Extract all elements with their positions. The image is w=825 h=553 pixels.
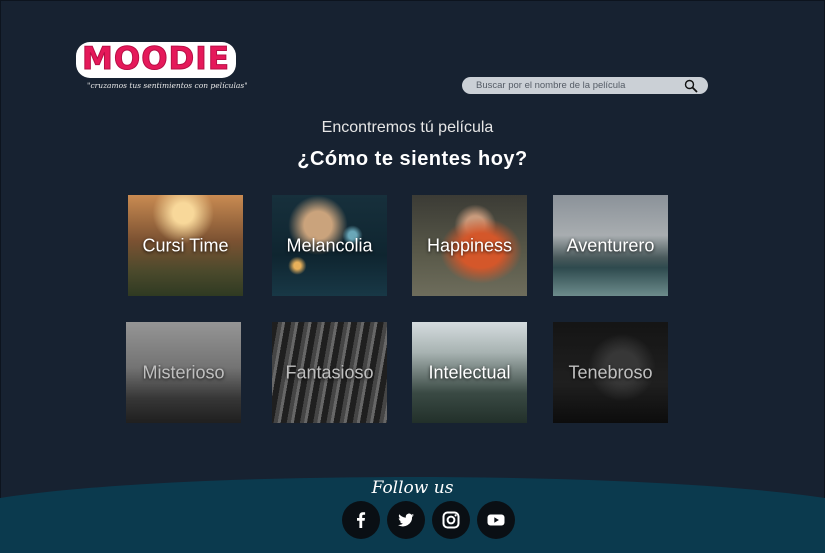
mood-label: Cursi Time xyxy=(142,235,229,255)
search-input[interactable] xyxy=(476,77,676,94)
intro-text: Encontremos tú película xyxy=(321,119,494,136)
mood-label: Happiness xyxy=(426,235,513,255)
mood-tile-happiness[interactable]: Happiness xyxy=(412,195,527,296)
follow-us-heading: Follow us xyxy=(371,478,454,498)
mood-tile-tenebroso[interactable]: Tenebroso xyxy=(553,322,668,423)
facebook-button[interactable] xyxy=(342,501,380,539)
twitter-button[interactable] xyxy=(387,501,425,539)
mood-tile-intelectual[interactable]: Intelectual xyxy=(412,322,527,423)
mood-tile-misterioso[interactable]: Misterioso xyxy=(126,322,241,423)
facebook-icon xyxy=(357,512,366,528)
mood-tile-cursi-time[interactable]: Cursi Time xyxy=(128,195,243,296)
mood-label: Misterioso xyxy=(142,362,225,382)
page-title: ¿Cómo te sientes hoy? xyxy=(297,148,528,170)
search-icon[interactable] xyxy=(684,79,698,93)
brand-name: MOODIE xyxy=(76,42,236,78)
mood-tile-aventurero[interactable]: Aventurero xyxy=(553,195,668,296)
instagram-button[interactable] xyxy=(432,501,470,539)
mood-label: Melancolia xyxy=(286,235,373,255)
mood-tile-melancolia[interactable]: Melancolia xyxy=(272,195,387,296)
brand-logo[interactable]: MOODIE "cruzamos tus sentimientos con pe… xyxy=(76,42,248,102)
mood-label: Intelectual xyxy=(428,362,511,382)
mood-label: Fantasioso xyxy=(285,362,374,382)
twitter-icon xyxy=(398,513,414,527)
mood-label: Aventurero xyxy=(566,235,655,255)
youtube-button[interactable] xyxy=(477,501,515,539)
youtube-icon xyxy=(487,514,505,526)
mood-label: Tenebroso xyxy=(568,362,653,382)
mood-tile-fantasioso[interactable]: Fantasioso xyxy=(272,322,387,423)
search-bar xyxy=(462,77,708,94)
brand-tagline: "cruzamos tus sentimientos con películas… xyxy=(87,81,248,90)
instagram-icon xyxy=(442,511,460,529)
